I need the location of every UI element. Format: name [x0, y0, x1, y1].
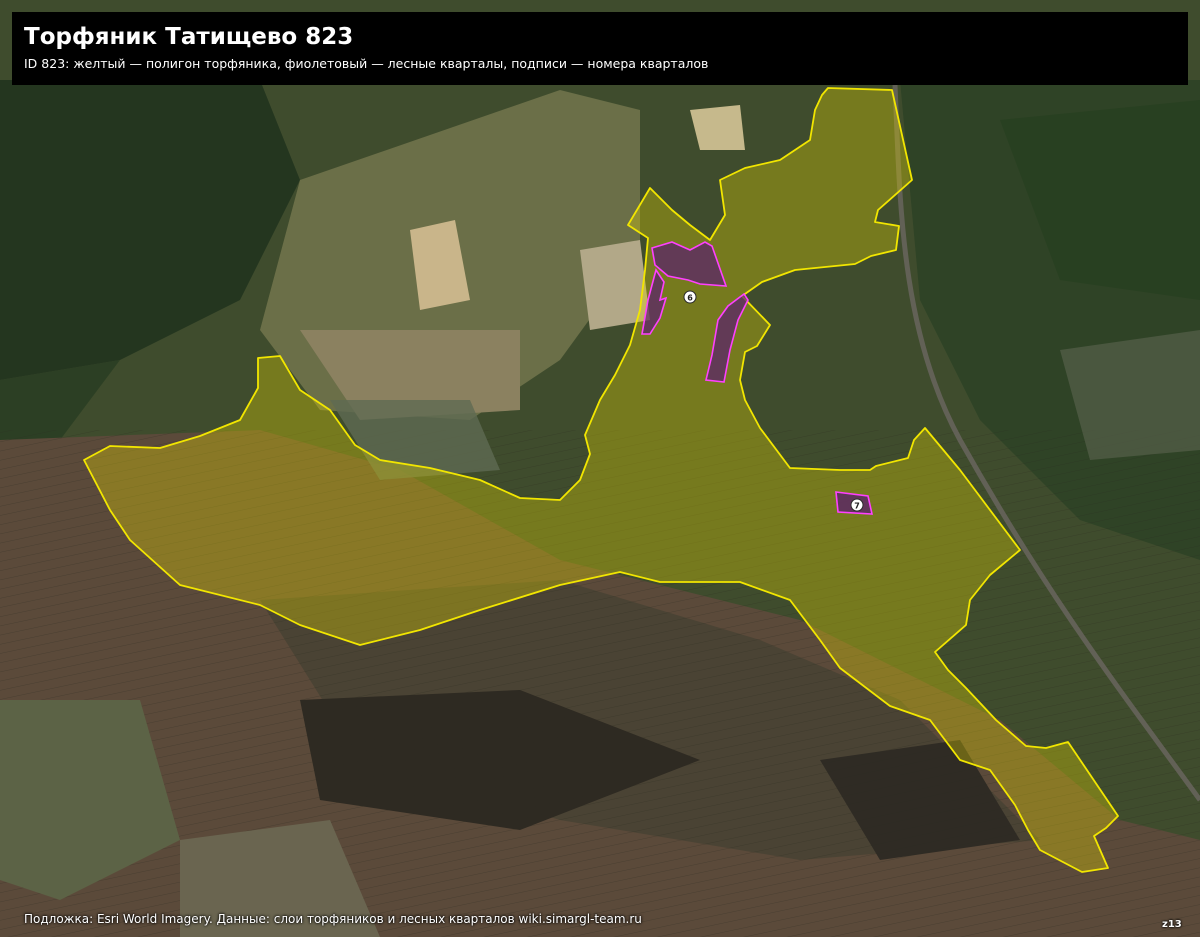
quarter-label-6[interactable]: 6 — [683, 290, 697, 304]
attribution-text: Подложка: Esri World Imagery. Данные: сл… — [24, 912, 642, 926]
zoom-level-label: z13 — [1162, 919, 1182, 930]
quarter-label-7[interactable]: 7 — [850, 498, 864, 512]
map-legend-subtitle: ID 823: желтый — полигон торфяника, фиол… — [24, 56, 709, 71]
map-canvas[interactable]: 6 7 — [0, 0, 1200, 937]
map-title: Торфяник Татищево 823 — [24, 24, 354, 50]
quarter-number-6: 6 — [687, 294, 693, 303]
map-title-panel: Торфяник Татищево 823 ID 823: желтый — п… — [12, 12, 1188, 85]
quarter-number-7: 7 — [854, 502, 860, 511]
